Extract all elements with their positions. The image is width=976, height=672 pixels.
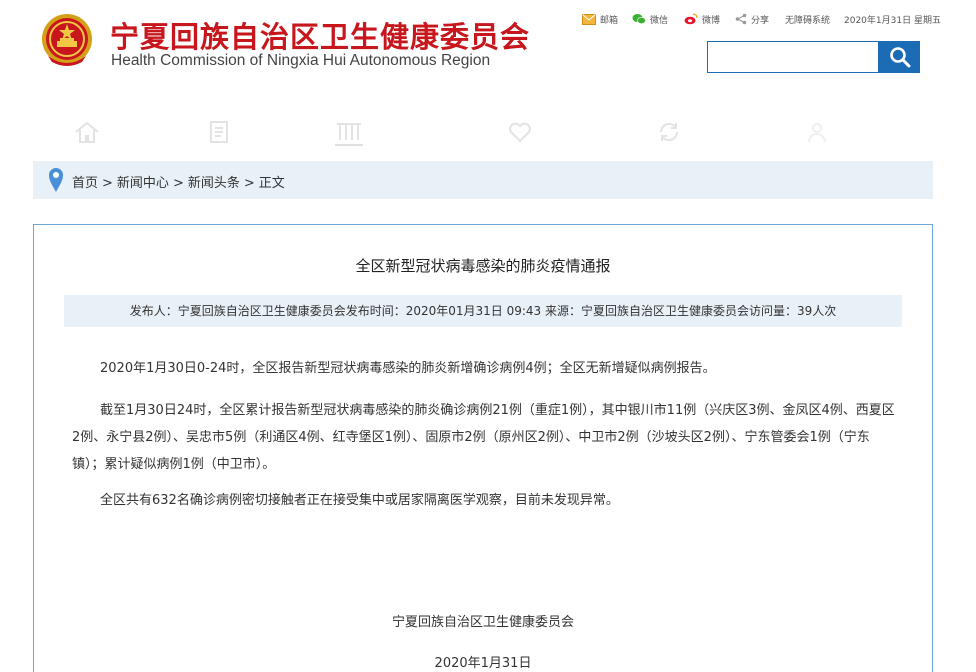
accessibility-label: 无障碍系统: [785, 15, 831, 26]
heart-icon[interactable]: [505, 118, 535, 146]
search-button[interactable]: [879, 41, 920, 73]
mail-icon: [582, 13, 596, 25]
search-input[interactable]: [707, 41, 879, 73]
article-paragraph: 全区共有632名确诊病例密切接触者正在接受集中或居家隔离医学观察，目前未发现异常…: [100, 493, 619, 508]
article-sign-date: 2020年1月31日: [434, 656, 532, 671]
breadcrumb-headlines[interactable]: 新闻头条: [188, 176, 240, 191]
article-paragraph: 截至1月30日24时，全区累计报告新型冠状病毒感染的肺炎确诊病例21例（重症1例…: [72, 403, 895, 472]
article-signature: 宁夏回族自治区卫生健康委员会: [391, 615, 574, 630]
breadcrumb-home[interactable]: 首页: [72, 176, 98, 191]
breadcrumb-separator: >: [102, 176, 113, 191]
mail-label: 邮箱: [600, 15, 619, 26]
breadcrumb-separator: >: [172, 176, 184, 191]
wechat-label: 微信: [650, 15, 669, 26]
article-title: 全区新型冠状病毒感染的肺炎疫情通报: [355, 257, 611, 275]
weibo-label: 微博: [702, 15, 721, 26]
breadcrumb: 首页 > 新闻中心 > 新闻头条 > 正文: [33, 161, 933, 199]
refresh-icon[interactable]: [654, 118, 684, 146]
breadcrumb-news-center[interactable]: 新闻中心: [117, 176, 169, 191]
share-label: 分享: [751, 15, 770, 26]
share-icon: [735, 13, 747, 25]
accessibility-link[interactable]: 无障碍系统: [785, 12, 830, 26]
person-icon[interactable]: [802, 118, 832, 146]
national-emblem-icon: [40, 12, 94, 70]
building-icon[interactable]: [334, 118, 364, 146]
weibo-link[interactable]: 微博: [684, 12, 720, 26]
date-display: 2020年1月31日 星期五: [844, 12, 941, 26]
site-title: 宁夏回族自治区卫生健康委员会: [110, 20, 531, 54]
main-nav: [0, 118, 976, 148]
article-paragraph: 2020年1月30日0-24时，全区报告新型冠状病毒感染的肺炎新增确诊病例4例；…: [100, 361, 716, 376]
breadcrumb-current: 正文: [258, 176, 285, 191]
site-title-english: Health Commission of Ningxia Hui Autonom…: [111, 52, 491, 69]
wechat-link[interactable]: 微信: [632, 12, 668, 26]
breadcrumb-separator: >: [243, 176, 255, 191]
breadcrumb-trail: 首页 > 新闻中心 > 新闻头条 > 正文: [72, 172, 285, 191]
share-link[interactable]: 分享: [735, 12, 769, 26]
wechat-icon: [632, 14, 646, 25]
search-icon: [889, 47, 910, 68]
article-meta: 发布人：宁夏回族自治区卫生健康委员会发布时间：2020年01月31日 09:43…: [64, 295, 902, 327]
mail-link[interactable]: 邮箱: [582, 12, 618, 26]
location-pin-icon: [49, 168, 63, 192]
home-icon[interactable]: [72, 118, 102, 146]
date-label: 2020年1月31日 星期五: [844, 15, 941, 26]
weibo-icon: [684, 13, 698, 25]
article-panel: 全区新型冠状病毒感染的肺炎疫情通报 发布人：宁夏回族自治区卫生健康委员会发布时间…: [33, 224, 933, 672]
document-icon[interactable]: [204, 118, 234, 146]
